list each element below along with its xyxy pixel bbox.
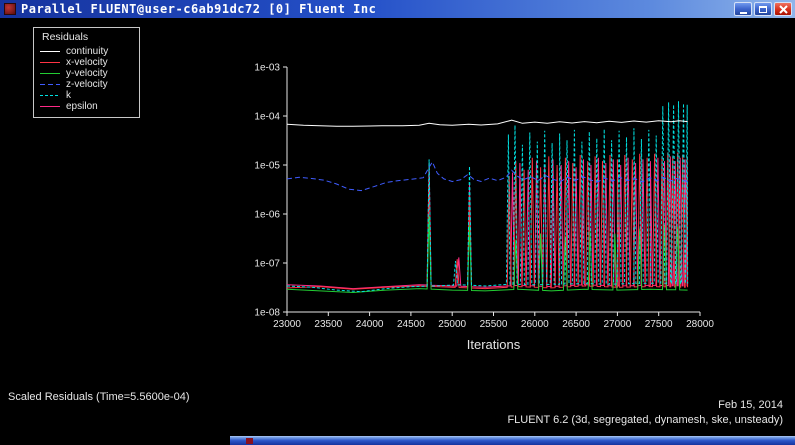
y-tick-label: 1e-08 [254, 308, 280, 319]
titlebar[interactable]: Parallel FLUENT@user-c6ab91dc72 [0] Flue… [0, 0, 795, 18]
version-label: FLUENT 6.2 (3d, segregated, dynamesh, sk… [507, 414, 783, 426]
x-tick-label: 26500 [562, 319, 590, 330]
legend-entries: continuity x-velocity y-velocity z-velocity… [40, 46, 132, 112]
legend-label: epsilon [66, 101, 98, 112]
legend-box: Residuals continuity x-velocity y-velocity… [33, 27, 140, 118]
legend-entry: k [40, 90, 132, 101]
x-tick-label: 27500 [645, 319, 673, 330]
x-tick-label: 27000 [603, 319, 631, 330]
minimize-button[interactable] [734, 2, 752, 16]
maximize-icon [759, 5, 767, 13]
x-tick-label: 25500 [480, 319, 508, 330]
close-icon [778, 4, 788, 14]
legend-swatch-x-velocity [40, 62, 60, 63]
close-button[interactable] [774, 2, 792, 16]
minimize-icon [739, 11, 747, 14]
x-tick-label: 25000 [438, 319, 466, 330]
legend-swatch-y-velocity [40, 73, 60, 74]
status-caption: Scaled Residuals (Time=5.5600e-04) [8, 391, 190, 403]
fluent-window: { "window": { "title": "Parallel FLUENT@… [0, 0, 795, 445]
legend-label: k [66, 90, 71, 101]
legend-entry: z-velocity [40, 79, 132, 90]
legend-entry: epsilon [40, 101, 132, 112]
y-tick-label: 1e-03 [254, 63, 280, 74]
legend-label: y-velocity [66, 68, 108, 79]
graphics-area: 23000 23500 24000 24500 25000 25500 26000 26500… [0, 18, 795, 445]
series-line-continuity [286, 119, 688, 127]
x-tick-label: 23500 [314, 319, 342, 330]
legend-label: x-velocity [66, 57, 108, 68]
y-tick-label: 1e-06 [254, 210, 280, 221]
legend-entry: x-velocity [40, 57, 132, 68]
y-tick-label: 1e-04 [254, 112, 280, 123]
y-tick-label: 1e-07 [254, 259, 280, 270]
legend-label: z-velocity [66, 79, 108, 90]
x-tick-label: 24500 [397, 319, 425, 330]
legend-entry: y-velocity [40, 68, 132, 79]
x-tick-label: 26000 [521, 319, 549, 330]
legend-title: Residuals [42, 31, 89, 43]
legend-label: continuity [66, 46, 109, 57]
window-controls [734, 2, 792, 16]
x-tick-label: 24000 [356, 319, 384, 330]
date-label: Feb 15, 2014 [718, 399, 783, 411]
background-window-icon [246, 438, 253, 444]
legend-swatch-k [40, 95, 60, 96]
window-title: Parallel FLUENT@user-c6ab91dc72 [0] Flue… [21, 2, 377, 16]
legend-swatch-z-velocity [40, 84, 60, 85]
y-tick-label: 1e-05 [254, 161, 280, 172]
legend-swatch-epsilon [40, 106, 60, 107]
x-axis-title: Iterations [467, 337, 521, 352]
x-tick-label: 23000 [273, 319, 301, 330]
legend-swatch-continuity [40, 51, 60, 52]
background-window-titlebar[interactable] [230, 436, 795, 445]
x-tick-label: 28000 [686, 319, 714, 330]
fluent-app-icon [4, 3, 16, 15]
legend-entry: continuity [40, 46, 132, 57]
maximize-button[interactable] [754, 2, 772, 16]
